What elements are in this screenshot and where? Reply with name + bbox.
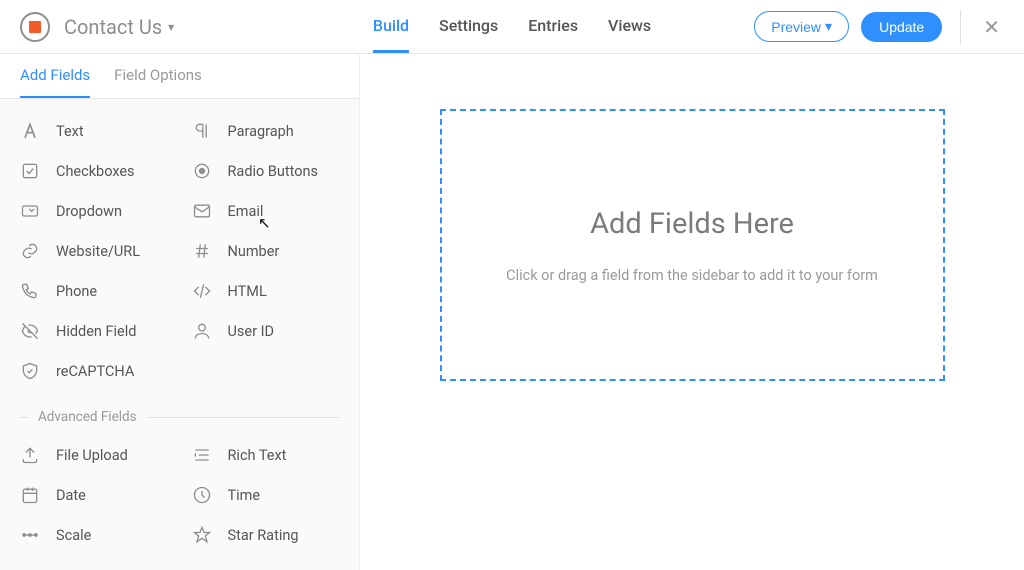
chevron-down-icon: ▾ — [825, 18, 832, 35]
field-label: reCAPTCHA — [56, 363, 134, 380]
field-item-user[interactable]: User ID — [180, 311, 352, 351]
tab-settings[interactable]: Settings — [439, 0, 498, 53]
sidebar-tabs: Add Fields Field Options — [0, 54, 359, 99]
field-label: Text — [56, 123, 84, 140]
sidebar-tab-add-fields[interactable]: Add Fields — [20, 54, 90, 98]
tab-views[interactable]: Views — [608, 0, 651, 53]
sidebar: Add Fields Field Options Text Paragraph Ch… — [0, 54, 360, 570]
field-label: Hidden Field — [56, 323, 136, 340]
field-item-email[interactable]: Email — [180, 191, 352, 231]
field-item-date[interactable]: Date — [8, 475, 180, 515]
richtext-icon — [192, 445, 212, 465]
field-item-hash[interactable]: Number — [180, 231, 352, 271]
field-label: Phone — [56, 283, 97, 300]
field-item-dropdown[interactable]: Dropdown — [8, 191, 180, 231]
checkbox-icon — [20, 161, 40, 181]
tab-entries[interactable]: Entries — [528, 0, 578, 53]
preview-label: Preview — [771, 19, 821, 35]
field-label: Checkboxes — [56, 163, 135, 180]
dropzone-subtitle: Click or drag a field from the sidebar t… — [506, 267, 878, 284]
update-button[interactable]: Update — [861, 12, 942, 42]
date-icon — [20, 485, 40, 505]
field-item-paragraph[interactable]: Paragraph — [180, 111, 352, 151]
field-label: File Upload — [56, 447, 128, 464]
nav-tabs: Build Settings Entries Views — [373, 0, 651, 53]
tab-build[interactable]: Build — [373, 0, 409, 53]
field-item-text-a[interactable]: Text — [8, 111, 180, 151]
field-item-checkbox[interactable]: Checkboxes — [8, 151, 180, 191]
field-item-upload[interactable]: File Upload — [8, 435, 180, 475]
field-label: Email — [228, 203, 264, 220]
radio-icon — [192, 161, 212, 181]
dropdown-icon — [20, 201, 40, 221]
app-header: Contact Us ▾ Build Settings Entries View… — [0, 0, 1024, 54]
field-item-star[interactable]: Star Rating — [180, 515, 352, 555]
upload-icon — [20, 445, 40, 465]
shield-icon — [20, 361, 40, 381]
form-title-dropdown[interactable]: Contact Us ▾ — [64, 15, 174, 39]
chevron-down-icon: ▾ — [168, 20, 174, 34]
field-label: Dropdown — [56, 203, 122, 220]
logo-icon — [20, 12, 50, 42]
field-item-eye-off[interactable]: Hidden Field — [8, 311, 180, 351]
form-canvas: Add Fields Here Click or drag a field fr… — [360, 54, 1024, 570]
sidebar-tab-field-options[interactable]: Field Options — [114, 54, 202, 98]
field-item-shield[interactable]: reCAPTCHA — [8, 351, 180, 391]
field-item-radio[interactable]: Radio Buttons — [180, 151, 352, 191]
field-item-time[interactable]: Time — [180, 475, 352, 515]
field-label: Radio Buttons — [228, 163, 319, 180]
field-label: Date — [56, 487, 86, 504]
divider — [960, 10, 961, 44]
email-icon — [192, 201, 212, 221]
user-icon — [192, 321, 212, 341]
field-label: Number — [228, 243, 280, 260]
field-item-link[interactable]: Website/URL — [8, 231, 180, 271]
field-item-phone[interactable]: Phone — [8, 271, 180, 311]
section-advanced-header: Advanced Fields — [8, 391, 351, 435]
field-label: Website/URL — [56, 243, 140, 260]
field-label: User ID — [228, 323, 275, 340]
link-icon — [20, 241, 40, 261]
paragraph-icon — [192, 121, 212, 141]
text-a-icon — [20, 121, 40, 141]
field-label: Paragraph — [228, 123, 294, 140]
field-label: Star Rating — [228, 527, 299, 544]
field-item-richtext[interactable]: Rich Text — [180, 435, 352, 475]
dropzone[interactable]: Add Fields Here Click or drag a field fr… — [440, 109, 945, 381]
header-actions: Preview ▾ Update ✕ — [754, 10, 1004, 44]
hash-icon — [192, 241, 212, 261]
star-icon — [192, 525, 212, 545]
close-icon[interactable]: ✕ — [979, 11, 1004, 43]
field-label: HTML — [228, 283, 267, 300]
form-title-text: Contact Us — [64, 15, 162, 39]
preview-button[interactable]: Preview ▾ — [754, 11, 849, 42]
eye-off-icon — [20, 321, 40, 341]
field-label: Rich Text — [228, 447, 287, 464]
field-item-scale[interactable]: Scale — [8, 515, 180, 555]
html-icon — [192, 281, 212, 301]
fields-panel: Text Paragraph Checkboxes Radio Buttons Drop… — [0, 99, 359, 570]
field-label: Time — [228, 487, 261, 504]
time-icon — [192, 485, 212, 505]
field-item-html[interactable]: HTML — [180, 271, 352, 311]
phone-icon — [20, 281, 40, 301]
scale-icon — [20, 525, 40, 545]
field-label: Scale — [56, 527, 91, 544]
dropzone-title: Add Fields Here — [590, 207, 794, 241]
